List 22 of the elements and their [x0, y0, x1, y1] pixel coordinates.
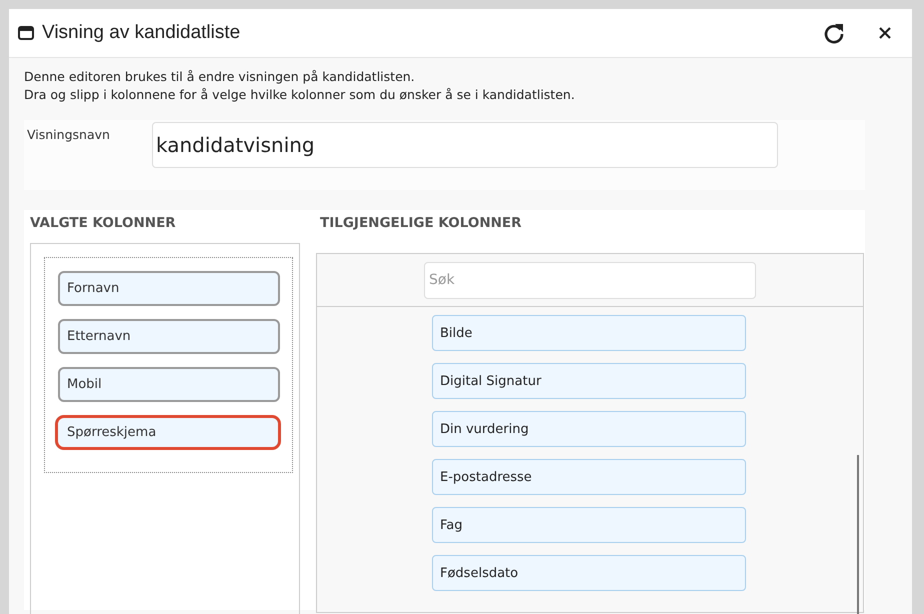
section-heading: VALGTE KOLONNER	[30, 214, 177, 233]
view-name-field[interactable]: kandidatvisning	[152, 122, 778, 168]
field-label: Visningsnavn	[27, 127, 111, 142]
column-item[interactable]: Mobil	[58, 367, 280, 402]
description-text: Dra og slipp i kolonnene for å velge hvilke kolonner som du ønsker å se i kandidatlisten.	[24, 86, 576, 104]
column-item[interactable]: E-postadresse	[432, 459, 746, 495]
column-item[interactable]: Din vurdering	[432, 411, 746, 447]
column-item[interactable]: Fødselsdato	[432, 555, 746, 591]
scrollbar-thumb[interactable]	[857, 455, 859, 614]
column-item[interactable]: Etternavn	[58, 319, 280, 354]
column-item[interactable]: Spørreskjema	[55, 415, 281, 450]
column-item[interactable]: Fornavn	[58, 271, 280, 306]
refresh-icon[interactable]	[822, 21, 846, 45]
close-icon[interactable]	[878, 26, 892, 40]
section-heading: TILGJENGELIGE KOLONNER	[319, 214, 523, 233]
window-title: Visning av kandidatliste	[42, 22, 242, 44]
column-item[interactable]: Digital Signatur	[432, 363, 746, 399]
search-field[interactable]: Søk	[424, 262, 756, 298]
column-item[interactable]: Fag	[432, 507, 746, 543]
column-item[interactable]: Bilde	[432, 315, 746, 351]
window-icon	[18, 26, 34, 40]
description-text: Denne editoren brukes til å endre visningen på kandidatlisten.	[24, 68, 416, 86]
